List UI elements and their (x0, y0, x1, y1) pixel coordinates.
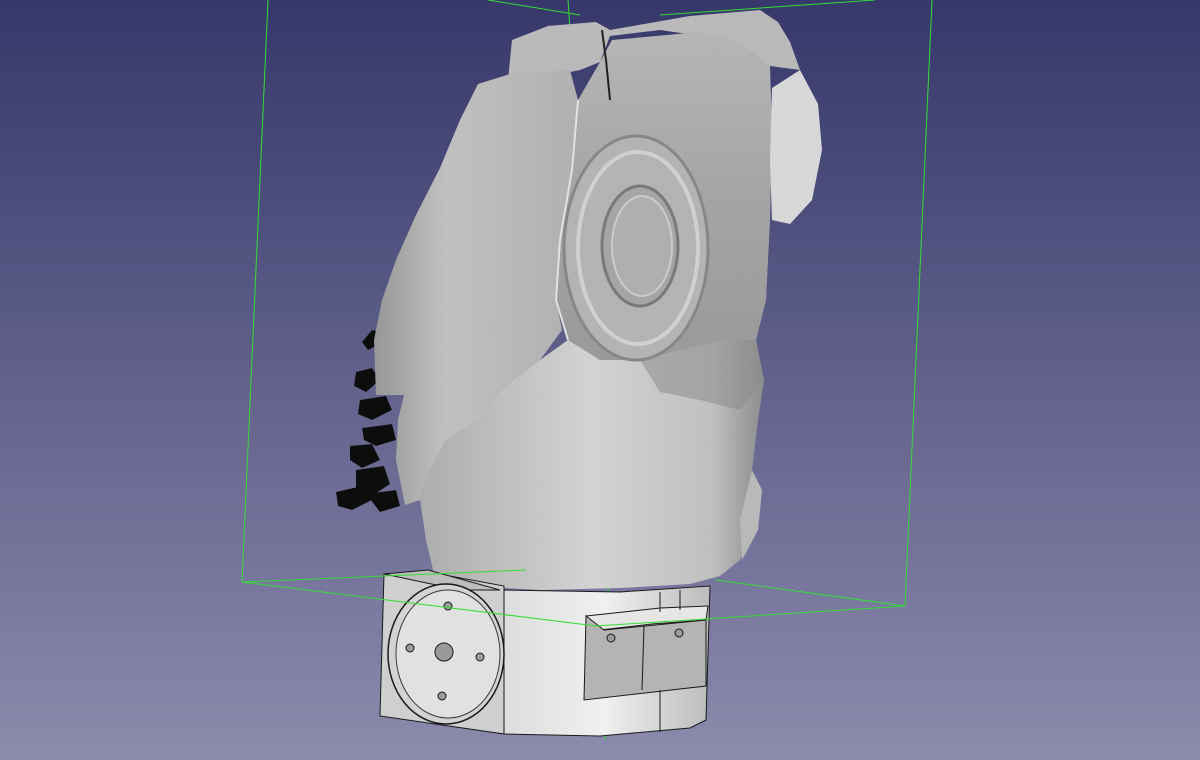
face-plate-hole-bottom (437, 691, 447, 701)
face-plate-center-hole (434, 642, 454, 662)
bracket-hole-right (674, 628, 684, 638)
mesh-circular-plate (562, 134, 710, 362)
cad-base-part[interactable] (379, 569, 711, 737)
base-face-plate (387, 583, 505, 725)
bracket-hole-left (606, 633, 616, 643)
3d-viewport[interactable] (0, 0, 1200, 760)
3d-scene[interactable] (0, 0, 1200, 760)
base-bracket (583, 614, 707, 701)
face-plate-hole-left (405, 643, 415, 653)
face-plate-hole-top (443, 601, 453, 611)
face-plate-hole-right (475, 652, 485, 662)
